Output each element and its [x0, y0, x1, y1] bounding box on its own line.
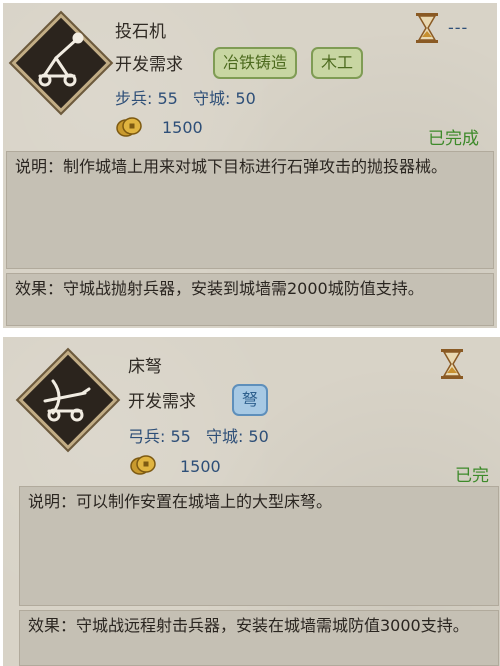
stat-defense: 守城: 50: [192, 89, 256, 108]
hourglass-icon: [441, 349, 463, 379]
coin-icon: [116, 117, 142, 137]
status-completed: 已完成: [428, 129, 479, 149]
cost-value: 1500: [180, 457, 221, 476]
stat-infantry: 步兵: 55: [115, 89, 178, 108]
coin-icon: [130, 455, 156, 475]
requirement-label: 开发需求: [115, 55, 183, 75]
tech-card-catapult[interactable]: 投石机 开发需求 冶铁铸造 木工 步兵: 55 守城: 50 1500 已完成 …: [3, 3, 497, 328]
stat-row: 步兵: 55 守城: 50: [115, 85, 266, 109]
requirement-tag-woodwork[interactable]: 木工: [311, 47, 364, 79]
effect-text: 效果：守城战抛射兵器，安装到城墙需2000城防值支持。: [15, 279, 424, 298]
effect-text: 效果：守城战远程射击兵器，安装在城墙需城防值3000支持。: [28, 616, 469, 635]
requirement-label: 开发需求: [128, 392, 196, 412]
tech-name: 床弩: [128, 357, 162, 377]
effect-panel: 效果：守城战抛射兵器，安装到城墙需2000城防值支持。: [6, 273, 494, 326]
catapult-icon: [38, 32, 84, 87]
requirement-tag-ironcasting[interactable]: 冶铁铸造: [213, 47, 298, 79]
cost-value: 1500: [162, 118, 203, 137]
stat-defense: 守城: 50: [205, 427, 269, 446]
stat-row: 弓兵: 55 守城: 50: [128, 423, 279, 447]
description-text: 说明：制作城墙上用来对城下目标进行石弹攻击的抛投器械。: [15, 157, 448, 176]
description-panel: 说明：可以制作安置在城墙上的大型床弩。: [19, 486, 499, 606]
ballista-icon: [43, 379, 91, 422]
cooldown-value: ---: [448, 18, 469, 37]
description-panel: 说明：制作城墙上用来对城下目标进行石弹攻击的抛投器械。: [6, 151, 494, 269]
status-completed: 已完: [455, 466, 489, 486]
description-text: 说明：可以制作安置在城墙上的大型床弩。: [28, 492, 333, 511]
tech-card-ballista[interactable]: 床弩 开发需求 弩 弓兵: 55 守城: 50 1500 已完 说明：可以制作安…: [3, 337, 500, 666]
stat-archer: 弓兵: 55: [128, 427, 191, 446]
effect-panel: 效果：守城战远程射击兵器，安装在城墙需城防值3000支持。: [19, 610, 499, 666]
tech-name: 投石机: [115, 22, 166, 42]
hourglass-icon: [416, 13, 438, 43]
requirement-tag-crossbow[interactable]: 弩: [232, 384, 269, 416]
